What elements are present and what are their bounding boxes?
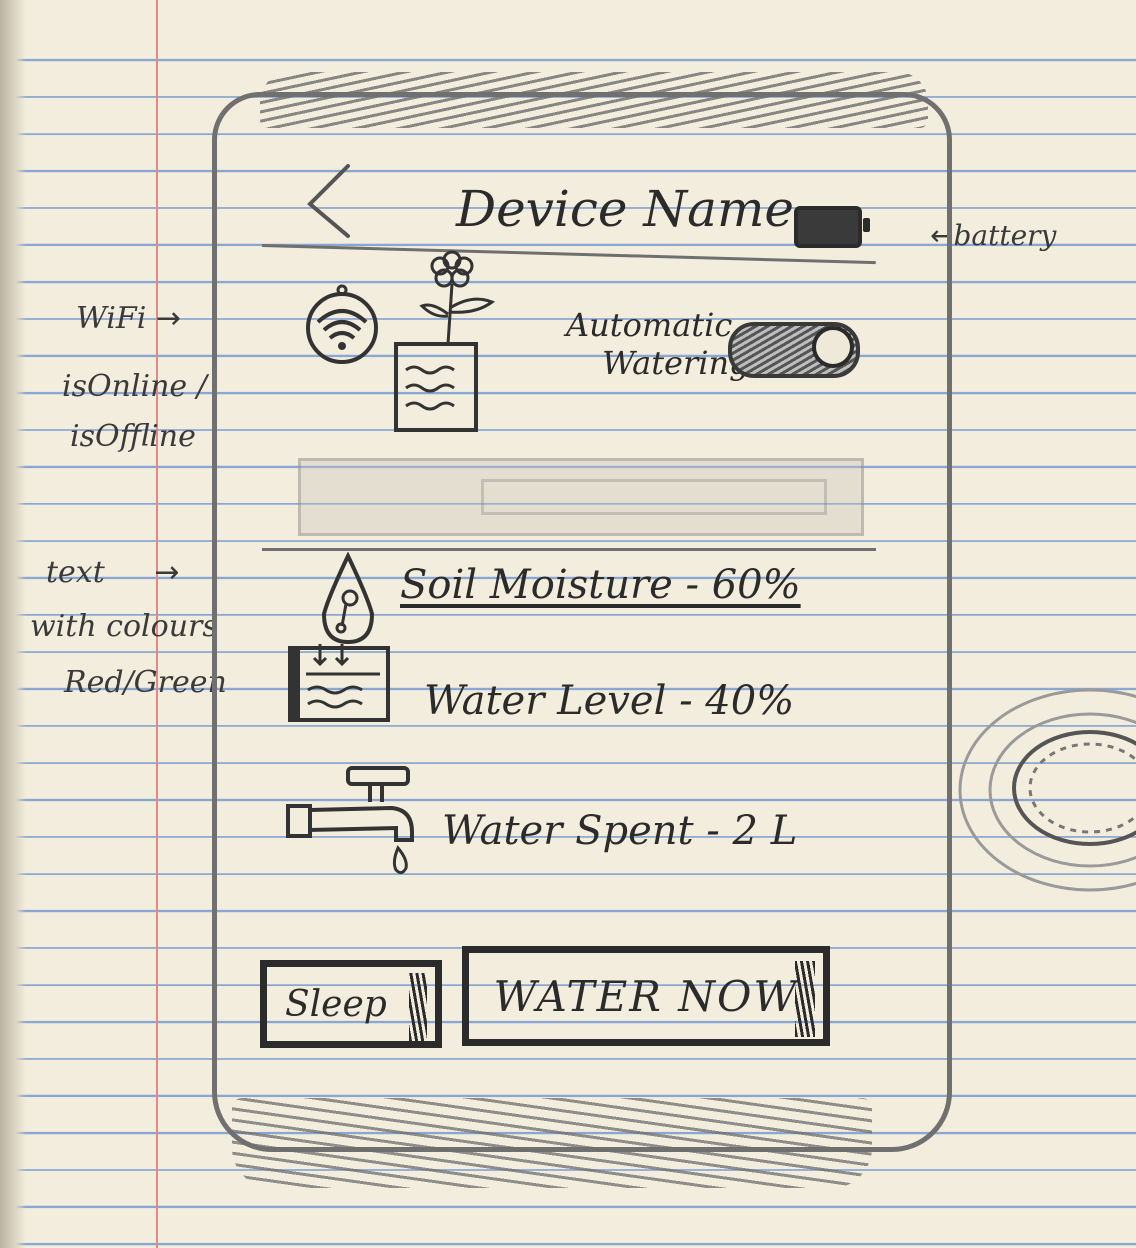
paper-edge [0, 0, 26, 1248]
automatic-watering-label: Automatic [566, 306, 733, 344]
back-chevron-icon[interactable] [300, 160, 370, 240]
water-drop-icon [321, 552, 375, 645]
device-name-title: Device Name [456, 180, 794, 238]
plant-pot-icon [394, 250, 496, 432]
water-level-text: Water Level - 40% [424, 678, 795, 724]
soil-moisture-text: Soil Moisture - 60% [400, 562, 801, 608]
note-arrow: → [155, 301, 181, 336]
note-arrow: → [154, 555, 180, 590]
erased-sketch-area [298, 458, 864, 536]
note-colours: with colours [30, 609, 218, 644]
phone-bottom-shading [232, 1098, 872, 1188]
note-battery-text: battery [953, 219, 1057, 252]
toggle-knob [812, 326, 854, 368]
wifi-status-icon [306, 284, 378, 364]
background-doodle [958, 688, 1136, 892]
note-text-label: text [46, 555, 105, 590]
sleep-button[interactable]: Sleep [260, 960, 442, 1048]
note-wifi-offline: isOffline [70, 419, 196, 454]
section-divider [262, 548, 876, 551]
note-wifi-text: WiFi [76, 301, 147, 336]
water-tap-icon [286, 766, 414, 875]
battery-icon [794, 206, 870, 248]
note-text: text → [46, 558, 179, 588]
water-tank-icon [288, 644, 390, 722]
note-wifi-online: isOnline / [62, 369, 207, 404]
water-now-button[interactable]: WATER NOW [462, 946, 830, 1046]
note-red-green: Red/Green [64, 665, 227, 700]
automatic-watering-toggle[interactable] [728, 322, 860, 378]
note-wifi: WiFi → [76, 304, 181, 334]
water-spent-text: Water Spent - 2 L [442, 808, 798, 854]
